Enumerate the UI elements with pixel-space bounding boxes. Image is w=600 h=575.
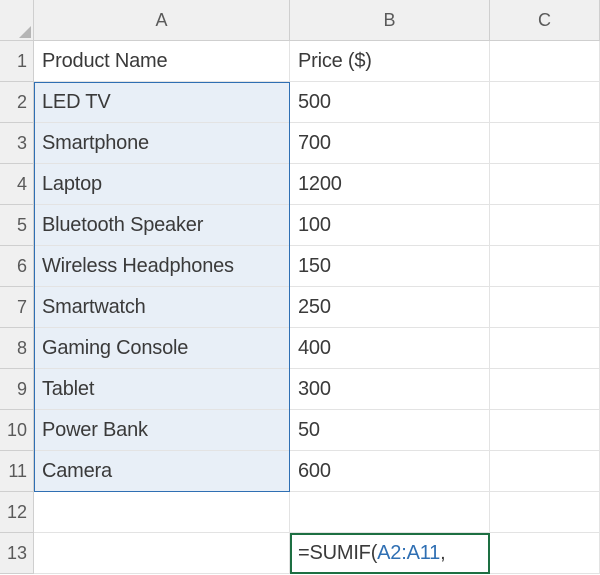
cell-C11[interactable] xyxy=(490,451,600,492)
cell-C12[interactable] xyxy=(490,492,600,533)
cell-A12[interactable] xyxy=(34,492,290,533)
cell-C8[interactable] xyxy=(490,328,600,369)
cell-B11[interactable]: 600 xyxy=(290,451,490,492)
cell-A3[interactable]: Smartphone xyxy=(34,123,290,164)
spreadsheet-grid[interactable]: A B C 1 Product Name Price ($) 2 LED TV … xyxy=(0,0,600,574)
row-header-9[interactable]: 9 xyxy=(0,369,34,410)
cell-B9[interactable]: 300 xyxy=(290,369,490,410)
cell-A11[interactable]: Camera xyxy=(34,451,290,492)
cell-A7[interactable]: Smartwatch xyxy=(34,287,290,328)
cell-C1[interactable] xyxy=(490,41,600,82)
cell-C2[interactable] xyxy=(490,82,600,123)
cell-B6[interactable]: 150 xyxy=(290,246,490,287)
cell-A5[interactable]: Bluetooth Speaker xyxy=(34,205,290,246)
cell-A4[interactable]: Laptop xyxy=(34,164,290,205)
select-all-corner[interactable] xyxy=(0,0,34,41)
row-header-1[interactable]: 1 xyxy=(0,41,34,82)
row-header-6[interactable]: 6 xyxy=(0,246,34,287)
cell-C9[interactable] xyxy=(490,369,600,410)
cell-A10[interactable]: Power Bank xyxy=(34,410,290,451)
cell-A2[interactable]: LED TV xyxy=(34,82,290,123)
row-header-11[interactable]: 11 xyxy=(0,451,34,492)
col-header-A[interactable]: A xyxy=(34,0,290,41)
cell-A9[interactable]: Tablet xyxy=(34,369,290,410)
cell-B13-formula[interactable]: =SUMIF(A2:A11, xyxy=(290,533,490,574)
col-header-C[interactable]: C xyxy=(490,0,600,41)
cell-B1[interactable]: Price ($) xyxy=(290,41,490,82)
cell-C6[interactable] xyxy=(490,246,600,287)
cell-B10[interactable]: 50 xyxy=(290,410,490,451)
formula-suffix: , xyxy=(440,542,445,565)
cell-A6[interactable]: Wireless Headphones xyxy=(34,246,290,287)
row-header-5[interactable]: 5 xyxy=(0,205,34,246)
cell-B3[interactable]: 700 xyxy=(290,123,490,164)
row-header-8[interactable]: 8 xyxy=(0,328,34,369)
cell-C3[interactable] xyxy=(490,123,600,164)
cell-B5[interactable]: 100 xyxy=(290,205,490,246)
cell-B12[interactable] xyxy=(290,492,490,533)
row-header-3[interactable]: 3 xyxy=(0,123,34,164)
cell-B7[interactable]: 250 xyxy=(290,287,490,328)
row-header-10[interactable]: 10 xyxy=(0,410,34,451)
cell-C4[interactable] xyxy=(490,164,600,205)
cell-B8[interactable]: 400 xyxy=(290,328,490,369)
formula-prefix: =SUMIF( xyxy=(298,542,377,565)
cell-B2[interactable]: 500 xyxy=(290,82,490,123)
row-header-12[interactable]: 12 xyxy=(0,492,34,533)
cell-B4[interactable]: 1200 xyxy=(290,164,490,205)
row-header-7[interactable]: 7 xyxy=(0,287,34,328)
row-header-4[interactable]: 4 xyxy=(0,164,34,205)
cell-C10[interactable] xyxy=(490,410,600,451)
formula-range-ref: A2:A11 xyxy=(377,542,440,565)
cell-C13[interactable] xyxy=(490,533,600,574)
cell-C5[interactable] xyxy=(490,205,600,246)
row-header-13[interactable]: 13 xyxy=(0,533,34,574)
cell-C7[interactable] xyxy=(490,287,600,328)
col-header-B[interactable]: B xyxy=(290,0,490,41)
cell-A1[interactable]: Product Name xyxy=(34,41,290,82)
cell-A13[interactable] xyxy=(34,533,290,574)
cell-A8[interactable]: Gaming Console xyxy=(34,328,290,369)
row-header-2[interactable]: 2 xyxy=(0,82,34,123)
